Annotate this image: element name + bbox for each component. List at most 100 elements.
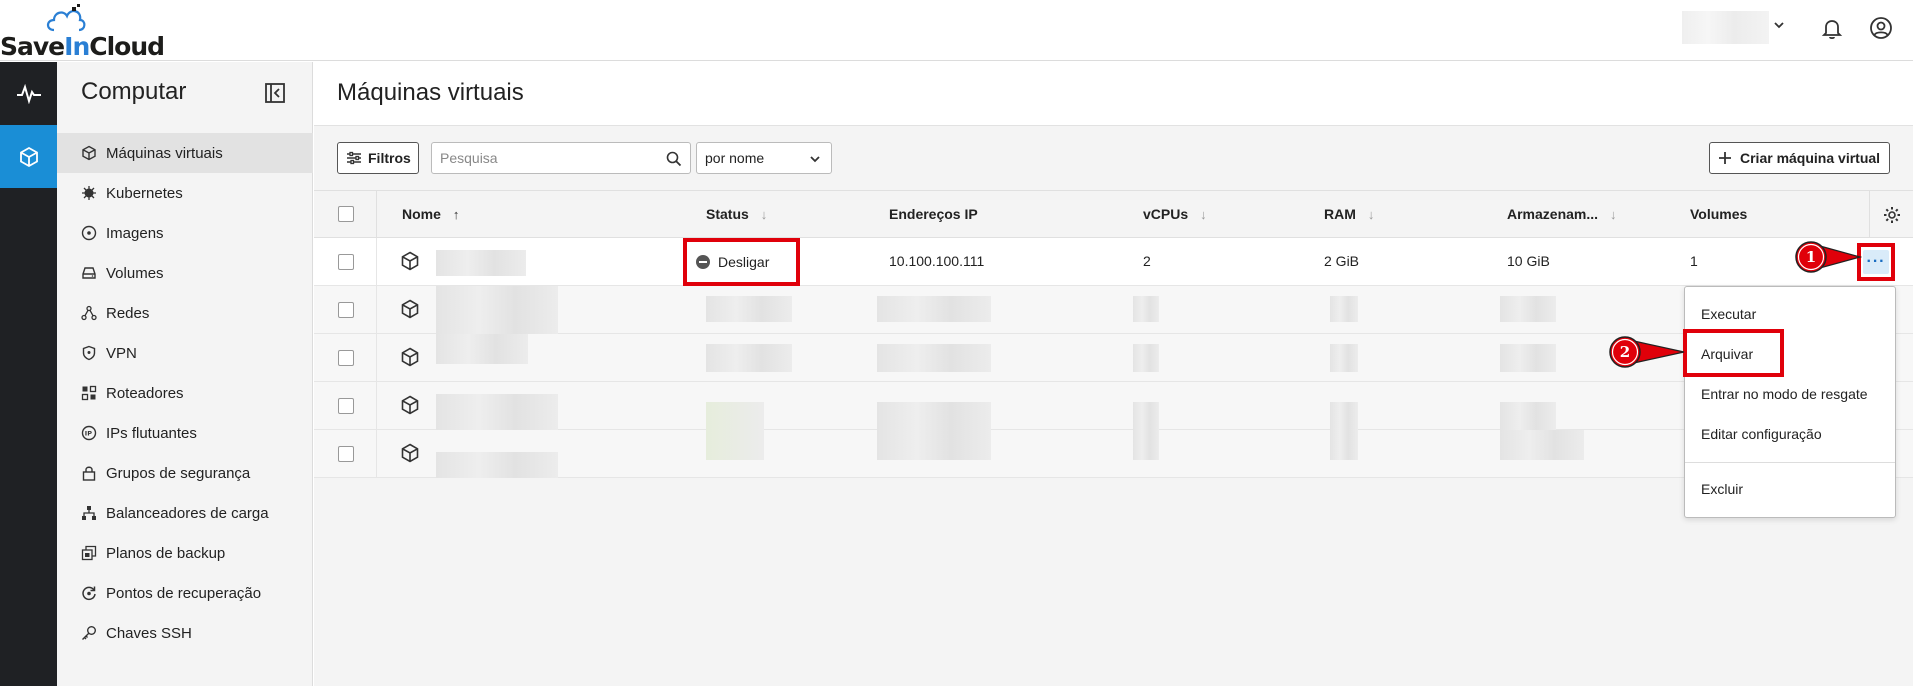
sidebar-item-redes[interactable]: Redes xyxy=(57,293,313,333)
row-checkbox[interactable] xyxy=(338,446,354,462)
sidebar-item-grupos-de-seguranca[interactable]: Grupos de segurança xyxy=(57,453,313,493)
user-name-blurred[interactable] xyxy=(1682,11,1769,44)
sidebar-item-volumes[interactable]: Volumes xyxy=(57,253,313,293)
column-divider xyxy=(376,430,377,478)
column-divider xyxy=(376,286,377,334)
select-all-checkbox[interactable] xyxy=(338,206,354,222)
filter-button-label: Filtros xyxy=(368,150,411,166)
table-row[interactable] xyxy=(314,382,1913,430)
sort-icon: ↓ xyxy=(760,206,768,222)
column-vcpus[interactable]: vCPUs ↓ xyxy=(1143,206,1207,222)
search-icon[interactable] xyxy=(666,151,682,172)
table-row[interactable]: Desligar 10.100.100.111 2 2 GiB 10 GiB 1… xyxy=(314,238,1913,286)
create-vm-button-label: Criar máquina virtual xyxy=(1740,150,1881,166)
column-divider xyxy=(376,334,377,382)
ram-value: 2 GiB xyxy=(1324,253,1360,269)
ip-address: 10.100.100.111 xyxy=(889,253,985,269)
blurred-cell xyxy=(1330,296,1358,322)
filter-button[interactable]: Filtros xyxy=(337,142,419,174)
sidebar-item-balanceadores-de-carga[interactable]: Balanceadores de carga xyxy=(57,493,313,533)
blurred-cell xyxy=(706,344,792,372)
cloud-logo-icon xyxy=(46,4,86,32)
sidebar-item-ips-flutuantes[interactable]: IP IPs flutuantes xyxy=(57,413,313,453)
blurred-cell xyxy=(436,334,528,364)
callout-marker-1: 1 xyxy=(1795,241,1862,273)
toolbar: Filtros por nome Criar máquina virtual xyxy=(314,126,1913,190)
sidebar-item-label: Pontos de recuperação xyxy=(106,584,262,602)
volumes-value: 1 xyxy=(1690,253,1698,269)
search-box xyxy=(431,142,691,174)
router-icon xyxy=(81,385,97,401)
sidebar: Computar Máquinas virtuais Kubernetes Im… xyxy=(57,62,313,686)
sort-select-value: por nome xyxy=(705,150,765,166)
column-ram[interactable]: RAM ↓ xyxy=(1324,206,1374,222)
sort-asc-icon: ↑ xyxy=(452,206,460,222)
sidebar-item-kubernetes[interactable]: Kubernetes xyxy=(57,173,313,213)
bell-icon[interactable] xyxy=(1820,16,1844,45)
sidebar-item-label: IPs flutuantes xyxy=(106,424,197,442)
restore-icon xyxy=(81,585,97,601)
blurred-cell xyxy=(877,402,991,430)
sort-select[interactable]: por nome xyxy=(696,142,832,174)
saveincloud-logo[interactable]: SaveInCloud xyxy=(0,4,165,61)
blurred-cell xyxy=(436,394,558,430)
network-icon xyxy=(81,305,97,321)
blurred-cell xyxy=(436,452,558,478)
key-icon xyxy=(81,625,97,641)
sidebar-title: Computar xyxy=(81,78,187,105)
blurred-cell xyxy=(1133,402,1159,430)
cube-icon xyxy=(19,146,38,167)
search-input[interactable] xyxy=(432,143,652,173)
column-armazenamento[interactable]: Armazenam... ↓ xyxy=(1507,206,1617,222)
sidebar-item-vpn[interactable]: VPN xyxy=(57,333,313,373)
blurred-cell xyxy=(706,430,764,460)
row-checkbox[interactable] xyxy=(338,350,354,366)
column-volumes[interactable]: Volumes xyxy=(1690,206,1747,222)
row-checkbox[interactable] xyxy=(338,302,354,318)
sidebar-item-label: Roteadores xyxy=(106,384,184,402)
blurred-cell xyxy=(706,402,764,430)
ip-icon: IP xyxy=(81,425,97,441)
sidebar-item-maquinas-virtuais[interactable]: Máquinas virtuais xyxy=(57,133,313,173)
table-row[interactable] xyxy=(314,430,1913,478)
page-header: Máquinas virtuais xyxy=(314,62,1913,126)
top-bar: SaveInCloud xyxy=(0,0,1913,61)
row-checkbox[interactable] xyxy=(338,398,354,414)
svg-text:IP: IP xyxy=(85,430,92,438)
rail-monitoring[interactable] xyxy=(0,62,57,125)
sidebar-item-planos-de-backup[interactable]: Planos de backup xyxy=(57,533,313,573)
blurred-cell xyxy=(1500,296,1556,322)
menu-item-excluir[interactable]: Excluir xyxy=(1685,469,1895,509)
sort-icon: ↓ xyxy=(1367,206,1375,222)
callout-marker-2: 2 xyxy=(1609,336,1685,368)
column-enderecos-ip[interactable]: Endereços IP xyxy=(889,206,978,222)
column-nome[interactable]: Nome ↑ xyxy=(402,206,459,222)
shield-icon xyxy=(81,345,97,361)
table-settings[interactable] xyxy=(1869,191,1913,239)
balancer-icon xyxy=(81,505,97,521)
row-checkbox[interactable] xyxy=(338,254,354,270)
account-icon[interactable] xyxy=(1869,16,1893,45)
sidebar-item-imagens[interactable]: Imagens xyxy=(57,213,313,253)
blurred-cell xyxy=(1133,296,1159,322)
create-vm-button[interactable]: Criar máquina virtual xyxy=(1709,142,1890,174)
column-divider xyxy=(376,382,377,430)
menu-item-editar-configuracao[interactable]: Editar configuração xyxy=(1685,414,1895,454)
menu-item-executar[interactable]: Executar xyxy=(1685,294,1895,334)
cube-icon xyxy=(400,395,420,418)
sidebar-item-roteadores[interactable]: Roteadores xyxy=(57,373,313,413)
menu-item-modo-resgate[interactable]: Entrar no modo de resgate xyxy=(1685,374,1895,414)
chevron-down-icon xyxy=(809,152,821,168)
table-row[interactable] xyxy=(314,286,1913,334)
blurred-cell xyxy=(436,286,558,334)
sidebar-item-pontos-de-recuperacao[interactable]: Pontos de recuperação xyxy=(57,573,313,613)
rail-compute[interactable] xyxy=(0,125,57,188)
sidebar-item-label: Kubernetes xyxy=(106,184,183,202)
collapse-sidebar-icon[interactable] xyxy=(264,82,286,109)
chevron-down-icon[interactable] xyxy=(1773,18,1785,34)
column-status[interactable]: Status ↓ xyxy=(706,206,767,222)
sidebar-item-label: Volumes xyxy=(106,264,164,282)
page-title: Máquinas virtuais xyxy=(337,79,524,106)
sidebar-item-chaves-ssh[interactable]: Chaves SSH xyxy=(57,613,313,653)
blurred-cell xyxy=(1500,402,1556,430)
